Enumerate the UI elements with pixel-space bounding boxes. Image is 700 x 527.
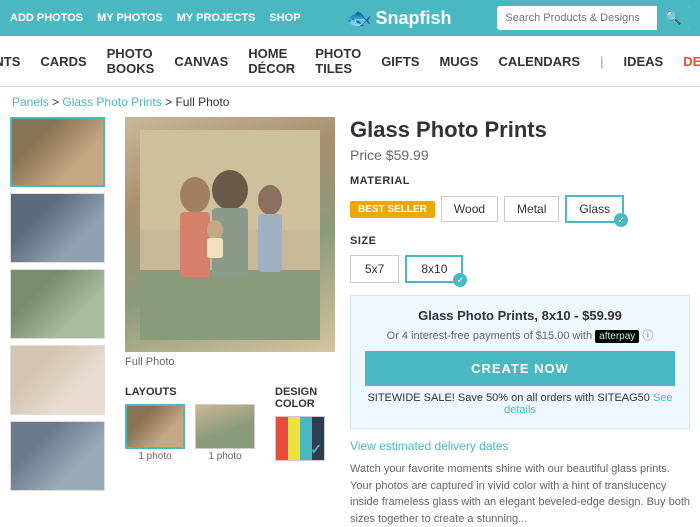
size-label: SIZE bbox=[350, 235, 690, 247]
main-content: Full Photo LAYOUTS 1 photo bbox=[0, 117, 700, 527]
afterpay-line: Or 4 interest-free payments of $15.00 wi… bbox=[365, 327, 675, 343]
best-seller-badge: BEST SELLER bbox=[350, 201, 435, 218]
material-label: MATERIAL bbox=[350, 175, 690, 187]
layout-bg-1 bbox=[127, 406, 183, 447]
logo: 🐟 Snapfish bbox=[347, 6, 452, 31]
price-box: Glass Photo Prints, 8x10 - $59.99 Or 4 i… bbox=[350, 295, 690, 429]
nav-homedecor[interactable]: HOME DÉCOR bbox=[248, 46, 295, 76]
layouts-design-row: LAYOUTS 1 photo 1 photo bbox=[125, 376, 335, 462]
thumbnail-2[interactable] bbox=[10, 193, 105, 263]
color-yellow bbox=[288, 417, 300, 460]
nav-cards[interactable]: CARDS bbox=[40, 54, 86, 69]
main-photo-area: Full Photo LAYOUTS 1 photo bbox=[125, 117, 335, 527]
sitewide-text: Save 50% on all orders with SITEAG50 bbox=[458, 392, 650, 404]
search-bar: 🔍 bbox=[497, 6, 690, 30]
thumbnail-4[interactable] bbox=[10, 345, 105, 415]
material-options: BEST SELLER Wood Metal Glass bbox=[350, 195, 690, 223]
search-input[interactable] bbox=[497, 8, 657, 28]
breadcrumb-current: Full Photo bbox=[175, 95, 229, 109]
thumbnail-1[interactable] bbox=[10, 117, 105, 187]
layout-2-count: 1 photo bbox=[195, 451, 255, 462]
main-product-image bbox=[125, 117, 335, 352]
my-projects-link[interactable]: MY PROJECTS bbox=[177, 12, 256, 24]
nav-calendars[interactable]: CALENDARS bbox=[498, 54, 580, 69]
breadcrumb-sep2: > bbox=[165, 95, 175, 109]
material-wood-btn[interactable]: Wood bbox=[441, 196, 498, 222]
nav-prints[interactable]: PRINTS bbox=[0, 54, 20, 69]
size-options: 5x7 8x10 bbox=[350, 255, 690, 283]
breadcrumb-sep1: > bbox=[52, 95, 62, 109]
info-icon[interactable]: ⓘ bbox=[642, 330, 653, 342]
product-price: Price $59.99 bbox=[350, 147, 690, 163]
my-photos-link[interactable]: MY PHOTOS bbox=[97, 12, 163, 24]
layout-1-count: 1 photo bbox=[125, 451, 185, 462]
top-nav-links: ADD PHOTOS MY PHOTOS MY PROJECTS SHOP bbox=[10, 12, 301, 24]
color-red bbox=[276, 417, 288, 460]
nav-mugs[interactable]: MUGS bbox=[439, 54, 478, 69]
layout-1[interactable]: 1 photo bbox=[125, 404, 185, 462]
material-glass-btn[interactable]: Glass bbox=[565, 195, 624, 223]
color-check-icon: ✓ bbox=[310, 441, 322, 458]
top-bar: ADD PHOTOS MY PHOTOS MY PROJECTS SHOP 🐟 … bbox=[0, 0, 700, 36]
layout-thumb-2 bbox=[195, 404, 255, 449]
search-button[interactable]: 🔍 bbox=[657, 6, 690, 30]
add-photos-link[interactable]: ADD PHOTOS bbox=[10, 12, 83, 24]
nav-photobooks[interactable]: PHOTO BOOKS bbox=[107, 46, 155, 76]
layout-bg-2 bbox=[196, 405, 254, 448]
design-color-swatch[interactable]: ✓ bbox=[275, 416, 325, 461]
design-color-section: DESIGN COLOR ✓ bbox=[275, 386, 335, 462]
delivery-link[interactable]: View estimated delivery dates bbox=[350, 439, 690, 453]
thumbnail-list bbox=[10, 117, 110, 527]
sitewide-sale: SITEWIDE SALE! Save 50% on all orders wi… bbox=[365, 392, 675, 416]
breadcrumb-panels[interactable]: Panels bbox=[12, 95, 49, 109]
afterpay-logo: afterpay bbox=[595, 330, 639, 343]
layouts-title: LAYOUTS bbox=[125, 386, 255, 398]
layouts-section: LAYOUTS 1 photo 1 photo bbox=[125, 386, 255, 462]
thumbnail-5[interactable] bbox=[10, 421, 105, 491]
sitewide-label: SITEWIDE SALE! bbox=[367, 392, 454, 404]
product-info: Glass Photo Prints Price $59.99 MATERIAL… bbox=[350, 117, 690, 527]
layout-options: 1 photo 1 photo bbox=[125, 404, 255, 462]
product-photo-svg bbox=[140, 130, 320, 340]
nav-deals[interactable]: DEALS bbox=[683, 54, 700, 69]
product-description: Watch your favorite moments shine with o… bbox=[350, 461, 690, 527]
photo-label: Full Photo bbox=[125, 356, 335, 368]
main-nav: PRINTS CARDS PHOTO BOOKS CANVAS HOME DÉC… bbox=[0, 36, 700, 87]
design-color-title: DESIGN COLOR bbox=[275, 386, 335, 410]
shop-link[interactable]: SHOP bbox=[269, 12, 300, 24]
nav-phototiles[interactable]: PHOTO TILES bbox=[315, 46, 361, 76]
nav-gifts[interactable]: GIFTS bbox=[381, 54, 419, 69]
nav-canvas[interactable]: CANVAS bbox=[174, 54, 228, 69]
price-box-title: Glass Photo Prints, 8x10 - $59.99 bbox=[365, 308, 675, 323]
layout-thumb-1 bbox=[125, 404, 185, 449]
thumbnail-3[interactable] bbox=[10, 269, 105, 339]
nav-ideas[interactable]: IDEAS bbox=[623, 54, 663, 69]
breadcrumb: Panels > Glass Photo Prints > Full Photo bbox=[0, 87, 700, 117]
layout-2[interactable]: 1 photo bbox=[195, 404, 255, 462]
breadcrumb-glass[interactable]: Glass Photo Prints bbox=[62, 95, 161, 109]
logo-icon: 🐟 bbox=[347, 6, 372, 31]
create-now-button[interactable]: CREATE NOW bbox=[365, 351, 675, 386]
size-8x10-btn[interactable]: 8x10 bbox=[405, 255, 463, 283]
size-5x7-btn[interactable]: 5x7 bbox=[350, 255, 399, 283]
material-metal-btn[interactable]: Metal bbox=[504, 196, 559, 222]
product-title: Glass Photo Prints bbox=[350, 117, 690, 143]
logo-text: Snapfish bbox=[375, 8, 451, 29]
nav-divider: | bbox=[600, 54, 603, 69]
